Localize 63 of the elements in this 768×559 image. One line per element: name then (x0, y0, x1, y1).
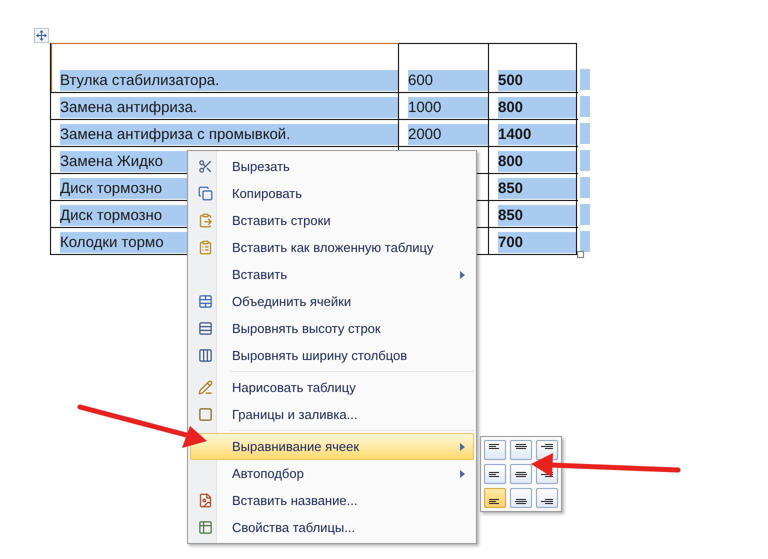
menu-item[interactable]: Нарисовать таблицу (190, 374, 474, 401)
table-icon (198, 294, 212, 309)
copy-icon (198, 186, 212, 201)
menu-item[interactable]: Выровнять ширину столбцов (190, 342, 474, 369)
table-cell: 500 (498, 70, 576, 91)
alignment-icon (515, 499, 527, 504)
menu-item[interactable]: Границы и заливка... (190, 401, 474, 428)
table-cell: Замена антифриза с промывкой. (60, 124, 398, 145)
row-height-icon (198, 321, 212, 336)
table-resize-handle[interactable] (577, 251, 584, 258)
menu-item[interactable]: Выровнять высоту строк (190, 315, 474, 342)
pencil-icon (198, 380, 212, 395)
selection-end-mark (580, 69, 590, 90)
selection-end-mark (580, 123, 590, 144)
align-button[interactable] (510, 464, 532, 484)
menu-item[interactable]: Свойства таблицы... (190, 514, 474, 541)
menu-item[interactable]: Автоподбор (190, 460, 474, 487)
align-button[interactable] (536, 488, 558, 508)
table-cell: 800 (498, 151, 576, 172)
table-cell: 800 (498, 97, 576, 118)
menu-item[interactable]: Вставить (190, 261, 474, 288)
table-icon (198, 520, 212, 535)
clipboard-icon (198, 213, 212, 228)
align-button[interactable] (484, 440, 506, 460)
alignment-icon (515, 472, 527, 476)
table-cell: 600 (408, 70, 488, 91)
alignment-icon (489, 472, 501, 476)
submenu-arrow-icon (460, 270, 465, 278)
move-arrows-icon (36, 30, 47, 41)
submenu-arrow-icon (460, 470, 465, 478)
menu-item[interactable]: Вставить название... (190, 487, 474, 514)
table-cell: 850 (498, 178, 576, 199)
picture-icon (198, 493, 212, 508)
alignment-icon (489, 444, 501, 449)
selection-end-mark (580, 204, 590, 225)
align-button[interactable] (510, 440, 532, 460)
alignment-icon (489, 499, 501, 504)
table-cell: Замена антифриза. (60, 97, 398, 118)
table-cell: 850 (498, 205, 576, 226)
alignment-icon (541, 499, 553, 504)
table-move-handle[interactable] (34, 28, 49, 43)
selection-end-mark (580, 150, 590, 171)
column-width-icon (198, 348, 212, 363)
align-button[interactable] (484, 488, 506, 508)
scissors-icon (198, 159, 212, 174)
clipboard-icon (198, 240, 212, 255)
selection-end-mark (580, 96, 590, 117)
table-cell: Втулка стабилизатора. (60, 70, 398, 91)
table-cell: 1000 (408, 97, 488, 118)
page-icon (198, 407, 212, 422)
alignment-icon (515, 444, 527, 449)
table-cell: 700 (498, 232, 576, 253)
table-cell: 1400 (498, 124, 576, 145)
align-button[interactable] (484, 464, 506, 484)
selection-end-mark (580, 177, 590, 198)
align-button[interactable] (510, 488, 532, 508)
table-cell: 2000 (408, 124, 488, 145)
menu-item[interactable]: Объединить ячейки (190, 288, 474, 315)
submenu-arrow-icon (460, 442, 465, 450)
selection-end-mark (580, 231, 590, 252)
menu-item[interactable]: Выравнивание ячеек (190, 433, 474, 460)
alignment-icon (541, 444, 553, 449)
align-button[interactable] (536, 440, 558, 460)
